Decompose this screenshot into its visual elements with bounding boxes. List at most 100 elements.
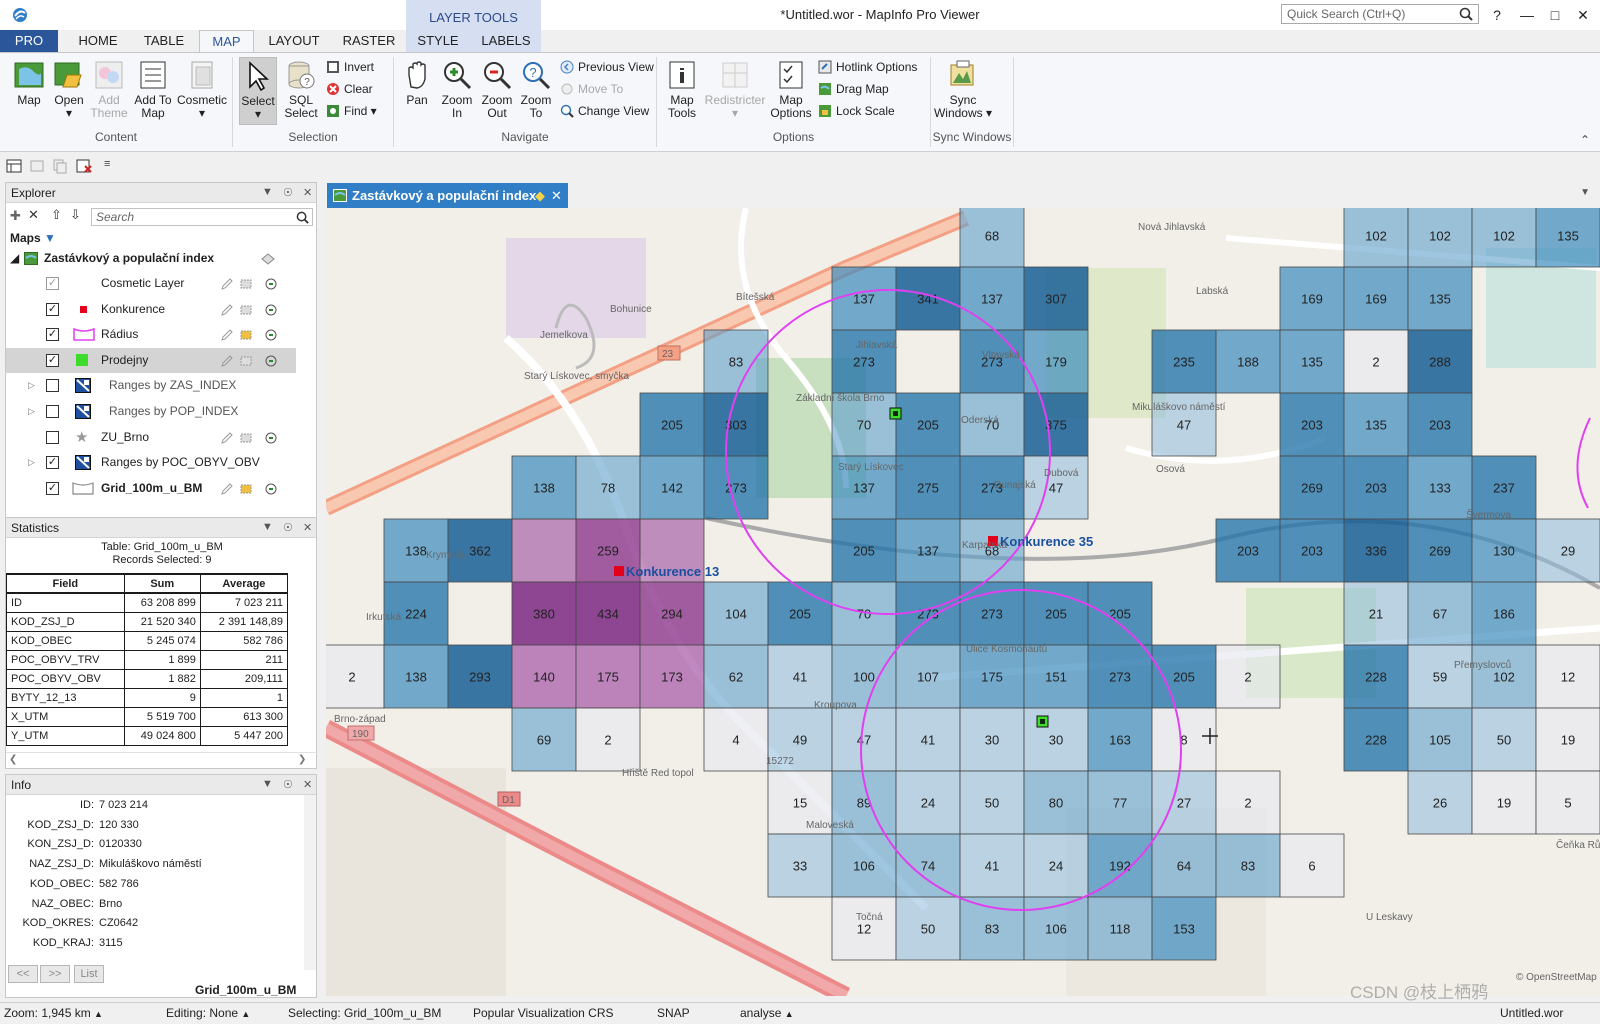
analyse-status[interactable]: analyse ▲ xyxy=(740,1006,794,1020)
label-display-icon[interactable] xyxy=(264,431,278,445)
label-display-icon[interactable] xyxy=(264,277,278,291)
tab-home[interactable]: HOME xyxy=(66,30,130,52)
browser-icon[interactable] xyxy=(6,158,22,174)
move-to-button[interactable]: Move To xyxy=(560,79,623,99)
expand-icon[interactable]: ▷ xyxy=(28,373,35,398)
tab-labels[interactable]: LABELS xyxy=(474,30,538,52)
expand-icon[interactable]: ▷ xyxy=(28,399,35,424)
editable-pencil-icon[interactable] xyxy=(220,354,234,368)
layer-row[interactable]: ✓ Rádius xyxy=(6,322,296,347)
editable-pencil-icon[interactable] xyxy=(220,303,234,317)
zoom-out-button[interactable]: Zoom Out xyxy=(478,59,516,120)
invert-selection-button[interactable]: Invert xyxy=(326,57,374,77)
snap-status[interactable]: SNAP xyxy=(657,1006,690,1020)
minimize-button[interactable]: — xyxy=(1513,4,1541,26)
map-button[interactable]: Map xyxy=(12,59,46,107)
close-panel-icon[interactable]: ✕ xyxy=(303,521,312,534)
map-properties-icon[interactable] xyxy=(260,252,276,266)
layer-control-icon[interactable] xyxy=(29,158,45,174)
layer-row[interactable]: ✓ Prodejny xyxy=(6,347,296,373)
tab-list-icon[interactable]: ▼ xyxy=(1580,187,1590,198)
competitor-marker[interactable] xyxy=(614,566,624,576)
pin-map-icon[interactable]: ◆ xyxy=(535,183,545,208)
layer-visibility-checkbox[interactable]: ✓ xyxy=(46,302,59,316)
map-canvas[interactable]: 68 102 102 102 135 137 341 137 307 169 169 135 83 273… xyxy=(326,208,1600,996)
lock-scale-button[interactable]: Lock Scale xyxy=(818,101,895,121)
customize-toolbar-icon[interactable]: ≡ xyxy=(104,158,110,170)
layer-visibility-checkbox[interactable] xyxy=(46,430,59,444)
tab-style[interactable]: STYLE xyxy=(410,30,466,52)
collapse-icon[interactable]: ◢ xyxy=(10,246,19,271)
label-display-icon[interactable] xyxy=(264,303,278,317)
layer-visibility-checkbox[interactable] xyxy=(46,405,59,418)
move-down-icon[interactable]: ⇩ xyxy=(70,207,81,223)
panel-menu-icon[interactable]: ▼ xyxy=(262,186,273,198)
clear-selection-button[interactable]: Clear xyxy=(326,79,373,99)
map-svg[interactable]: 68 102 102 102 135137 341 137 307 169 169 13583 273… xyxy=(326,208,1600,996)
maximize-button[interactable]: □ xyxy=(1541,4,1569,26)
help-button[interactable]: ? xyxy=(1483,4,1511,26)
tab-pro[interactable]: PRO xyxy=(0,30,58,52)
layer-row[interactable]: ★ ZU_Brno xyxy=(6,425,296,450)
add-theme-button[interactable]: Add Theme xyxy=(90,59,128,120)
label-display-icon[interactable] xyxy=(264,354,278,368)
previous-view-button[interactable]: Previous View xyxy=(560,57,654,77)
selecting-status[interactable]: Selecting: Grid_100m_u_BM xyxy=(288,1006,441,1020)
editable-pencil-icon[interactable] xyxy=(220,431,234,445)
change-view-button[interactable]: Change View xyxy=(560,101,649,121)
remove-icon[interactable]: ✕ xyxy=(28,207,39,223)
explorer-search-input[interactable]: Search xyxy=(91,208,313,226)
selectable-icon[interactable] xyxy=(240,303,254,317)
editable-pencil-icon[interactable] xyxy=(220,328,234,342)
open-button[interactable]: Open ▾ xyxy=(51,59,87,120)
map-node[interactable]: ◢ Zastávkový a populační index xyxy=(6,246,296,271)
pan-button[interactable]: Pan xyxy=(400,59,434,107)
crs-status[interactable]: Popular Visualization CRS xyxy=(473,1006,614,1020)
label-display-icon[interactable] xyxy=(264,482,278,496)
close-button[interactable]: ✕ xyxy=(1569,4,1597,26)
layer-row[interactable]: ▷ ✓ Ranges by POC_OBYV_OBV xyxy=(6,450,296,475)
quick-search-input[interactable]: Quick Search (Ctrl+Q) xyxy=(1281,4,1479,24)
selectable-icon[interactable] xyxy=(240,354,254,368)
redistricter-button[interactable]: Redistricter ▾ xyxy=(704,59,766,120)
drag-map-button[interactable]: Drag Map xyxy=(818,79,889,99)
close-panel-icon[interactable]: ✕ xyxy=(303,186,312,199)
cosmetic-button[interactable]: Cosmetic ▾ xyxy=(176,59,228,120)
info-prev-button[interactable]: << xyxy=(8,965,38,983)
map-window-tab[interactable]: Zastávkový a populační index ◆ ✕ xyxy=(327,183,568,208)
select-tool-button[interactable]: Select ▾ xyxy=(239,57,277,125)
maps-section-label[interactable]: Maps ▼ xyxy=(10,231,56,245)
layer-row[interactable]: ✓ Konkurence xyxy=(6,297,296,322)
pin-icon[interactable]: ☉ xyxy=(283,521,293,534)
pin-icon[interactable]: ☉ xyxy=(283,186,293,199)
zoom-to-button[interactable]: ? Zoom To xyxy=(518,59,554,120)
layer-row[interactable]: ▷ Ranges by POP_INDEX xyxy=(6,399,296,424)
label-display-icon[interactable] xyxy=(264,328,278,342)
zoom-in-button[interactable]: Zoom In xyxy=(438,59,476,120)
sync-windows-button[interactable]: Sync Windows ▾ xyxy=(932,59,994,120)
collapse-ribbon-icon[interactable]: ⌃ xyxy=(1580,133,1590,147)
layer-visibility-checkbox[interactable]: ✓ xyxy=(46,328,59,342)
pin-icon[interactable]: ☉ xyxy=(283,778,293,791)
find-button[interactable]: Find ▾ xyxy=(326,101,377,121)
selectable-icon[interactable] xyxy=(240,431,254,445)
move-up-icon[interactable]: ⇧ xyxy=(51,207,62,223)
layer-visibility-checkbox[interactable]: ✓ xyxy=(46,353,59,367)
panel-menu-icon[interactable]: ▼ xyxy=(262,521,273,533)
editable-pencil-icon[interactable] xyxy=(220,277,234,291)
map-options-button[interactable]: Map Options xyxy=(768,59,814,120)
add-icon[interactable]: ✚ xyxy=(10,208,21,224)
sql-select-button[interactable]: ? SQL Select xyxy=(282,59,320,120)
vertical-scrollbar[interactable] xyxy=(304,795,316,970)
layer-row[interactable]: ▷ Ranges by ZAS_INDEX xyxy=(6,373,296,398)
info-list-button[interactable]: List xyxy=(74,965,104,983)
editing-status[interactable]: Editing: None ▲ xyxy=(166,1006,250,1020)
close-map-tab-icon[interactable]: ✕ xyxy=(551,183,562,208)
tab-table[interactable]: TABLE xyxy=(134,30,194,52)
layer-visibility-checkbox[interactable]: ✓ xyxy=(46,277,59,290)
selectable-icon[interactable] xyxy=(240,277,254,291)
layer-row[interactable]: ✓ Cosmetic Layer xyxy=(6,271,296,296)
tab-layout[interactable]: LAYOUT xyxy=(262,30,326,52)
selectable-icon[interactable] xyxy=(240,482,254,496)
add-to-map-button[interactable]: Add To Map xyxy=(133,59,173,120)
